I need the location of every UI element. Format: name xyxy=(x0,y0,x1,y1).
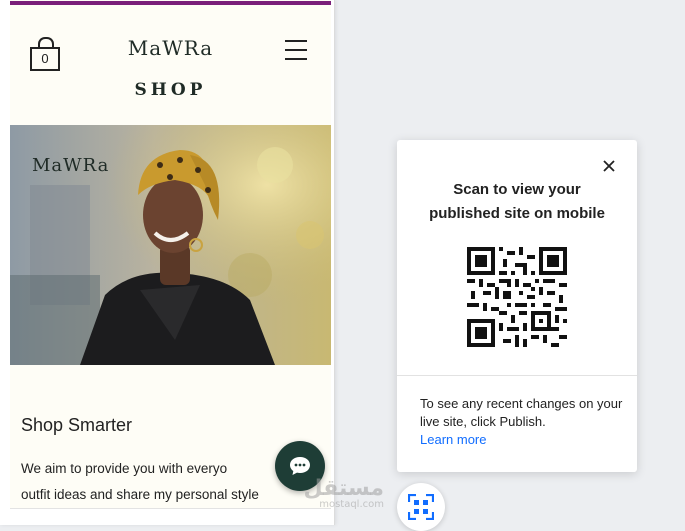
site-logo[interactable]: MaWRa xyxy=(10,36,331,60)
hamburger-menu-icon[interactable] xyxy=(285,40,307,60)
popup-title: Scan to view your published site on mobi… xyxy=(397,178,637,226)
site-preview: 0 MaWRa SHOP MaWRa Shop Smarter We aim t… xyxy=(10,0,331,509)
accent-bar xyxy=(10,1,331,5)
shop-title: SHOP xyxy=(134,80,207,100)
chat-bubble-icon xyxy=(290,457,310,475)
mobile-preview: 0 MaWRa SHOP MaWRa Shop Smarter We aim t… xyxy=(0,0,335,525)
qr-code-icon xyxy=(408,494,434,520)
popup-title-line: published site on mobile xyxy=(429,205,605,222)
hero-logo: MaWRa xyxy=(32,155,110,176)
qr-code xyxy=(467,247,567,347)
popup-title-line: Scan to view your xyxy=(453,181,581,198)
hero-image: MaWRa xyxy=(10,125,331,365)
learn-more-link[interactable]: Learn more xyxy=(420,431,625,449)
divider xyxy=(397,375,637,376)
watermark: مستقل mostaql.com xyxy=(300,476,384,510)
qr-popup: Scan to view your published site on mobi… xyxy=(397,140,637,472)
close-icon[interactable] xyxy=(602,159,616,173)
section-heading: Shop Smarter xyxy=(21,415,133,435)
publish-note-text: To see any recent changes on your live s… xyxy=(420,396,623,429)
body-line: outfit ideas and share my personal style xyxy=(21,487,259,502)
section-body: We aim to provide you with everyo outfit… xyxy=(21,456,311,508)
publish-note: To see any recent changes on your live s… xyxy=(420,395,625,449)
watermark-arabic: مستقل xyxy=(303,476,384,501)
body-line: We aim to provide you with everyo xyxy=(21,461,228,476)
qr-toggle-button[interactable] xyxy=(397,483,445,531)
